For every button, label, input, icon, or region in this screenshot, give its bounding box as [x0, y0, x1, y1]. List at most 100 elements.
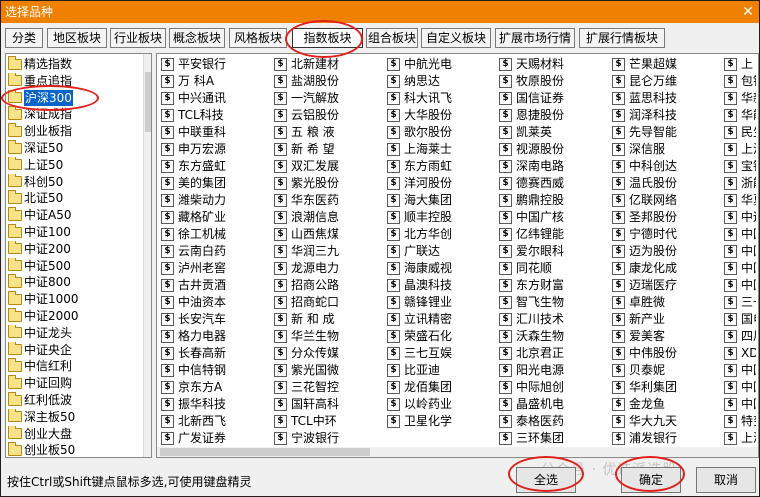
stock-cell[interactable]: $ 大华股份: [387, 107, 497, 123]
stock-cell[interactable]: $ 宁波银行: [274, 430, 384, 446]
stock-cell[interactable]: $ 中国: [724, 362, 756, 378]
stock-cell[interactable]: $ 圣邦股份: [612, 209, 722, 225]
stock-cell[interactable]: $ 凯莱英: [499, 124, 609, 140]
confirm-button[interactable]: 确定: [621, 467, 681, 493]
stock-cell[interactable]: $ 云铝股份: [274, 107, 384, 123]
stock-cell[interactable]: $ 中航光电: [387, 56, 497, 72]
tree-item[interactable]: 创业大盘: [8, 425, 72, 442]
tab-2[interactable]: 行业板块: [110, 28, 166, 48]
stock-cell[interactable]: $ 招商蛇口: [274, 294, 384, 310]
stock-cell[interactable]: $ 盐湖股份: [274, 73, 384, 89]
stock-cell[interactable]: $ TCL中环: [274, 413, 384, 429]
stock-cell[interactable]: $ 立讯精密: [387, 311, 497, 327]
stock-cell[interactable]: $ 国信证券: [499, 90, 609, 106]
stock-cell[interactable]: $ 中国: [724, 260, 756, 276]
tab-7[interactable]: 自定义板块: [421, 28, 491, 48]
stock-cell[interactable]: $ 中国广核: [499, 209, 609, 225]
stock-cell[interactable]: $ 卫星化学: [387, 413, 497, 429]
stock-cell[interactable]: $ 龙佰集团: [387, 379, 497, 395]
stock-cell[interactable]: $ 中油资本: [161, 294, 271, 310]
stock-cell[interactable]: $ 华夏: [724, 192, 756, 208]
tree-item[interactable]: 创业板50: [8, 442, 75, 457]
tree-item[interactable]: 红利低波: [8, 392, 72, 408]
stock-cell[interactable]: $ 中国: [724, 226, 756, 242]
stock-cell[interactable]: $ 宝钢: [724, 158, 756, 174]
stock-cell[interactable]: $ 爱尔眼科: [499, 243, 609, 259]
stock-cell[interactable]: $ 特变: [724, 413, 756, 429]
stock-cell[interactable]: $ 视源股份: [499, 141, 609, 157]
stock-cell[interactable]: $ 中国: [724, 243, 756, 259]
stock-cell[interactable]: $ 晶澳科技: [387, 277, 497, 293]
tree-item[interactable]: 中证龙头: [8, 324, 72, 341]
stock-cell[interactable]: $ 同花顺: [499, 260, 609, 276]
stock-cell[interactable]: $ 上海: [724, 430, 756, 446]
tab-8[interactable]: 扩展市场行情: [495, 28, 575, 48]
stock-cell[interactable]: $ 润泽科技: [612, 107, 722, 123]
stock-cell[interactable]: $ 鹏鼎控股: [499, 192, 609, 208]
stock-cell[interactable]: $ 中国: [724, 379, 756, 395]
stock-cell[interactable]: $ 三一: [724, 294, 756, 310]
tree-item[interactable]: 深主板50: [8, 408, 75, 425]
stock-cell[interactable]: $ 一汽解放: [274, 90, 384, 106]
stock-cell[interactable]: $ 浦发银行: [612, 430, 722, 446]
tab-9[interactable]: 扩展行情板块: [579, 28, 665, 48]
stock-cell[interactable]: $ 北方华创: [387, 226, 497, 242]
tree-item[interactable]: 深证50: [8, 140, 63, 156]
stock-cell[interactable]: $ 深信服: [612, 141, 722, 157]
stock-cell[interactable]: $ 新产业: [612, 311, 722, 327]
stock-cell[interactable]: $ 纳思达: [387, 73, 497, 89]
tab-5[interactable]: 指数板块: [292, 28, 363, 48]
stock-cell[interactable]: $ 温氏股份: [612, 175, 722, 191]
tree-item[interactable]: 中证央企: [8, 341, 72, 358]
stock-cell[interactable]: $ 天赐材料: [499, 56, 609, 72]
tree-item[interactable]: 中证100: [8, 224, 71, 240]
stock-cell[interactable]: $ 深南电路: [499, 158, 609, 174]
stock-cell[interactable]: $ 海大集团: [387, 192, 497, 208]
stock-cell[interactable]: $ 泰格医药: [499, 413, 609, 429]
tree-item[interactable]: 深证成指: [8, 106, 72, 122]
stock-cell[interactable]: $ 万 科A: [161, 73, 271, 89]
stock-cell[interactable]: $ 藏格矿业: [161, 209, 271, 225]
stock-cell[interactable]: $ 北新建材: [274, 56, 384, 72]
stock-cell[interactable]: $ 晶盛机电: [499, 396, 609, 412]
select-all-button[interactable]: 全选: [516, 467, 576, 493]
stock-cell[interactable]: $ 昆仑万维: [612, 73, 722, 89]
stock-cell[interactable]: $ 龙源电力: [274, 260, 384, 276]
grid-horizontal-scrollbar[interactable]: [157, 447, 758, 457]
stock-cell[interactable]: $ 上汽: [724, 141, 756, 157]
stock-cell[interactable]: $ 民生: [724, 124, 756, 140]
stock-cell[interactable]: $ 新 和 成: [274, 311, 384, 327]
stock-cell[interactable]: $ 中国: [724, 396, 756, 412]
stock-cell[interactable]: $ TCL科技: [161, 107, 271, 123]
stock-cell[interactable]: $ 古井贡酒: [161, 277, 271, 293]
tree-vertical-scrollbar[interactable]: [143, 54, 151, 457]
tree-item[interactable]: 重点追指: [8, 72, 72, 89]
stock-cell[interactable]: $ 汇川技术: [499, 311, 609, 327]
tree-scroll-thumb[interactable]: [145, 72, 151, 132]
stock-cell[interactable]: $ 新 希 望: [274, 141, 384, 157]
stock-cell[interactable]: $ 北京君正: [499, 345, 609, 361]
stock-cell[interactable]: $ 蓝思科技: [612, 90, 722, 106]
stock-cell[interactable]: $ 紫光国微: [274, 362, 384, 378]
stock-cell[interactable]: $ 广联达: [387, 243, 497, 259]
stock-cell[interactable]: $ 以岭药业: [387, 396, 497, 412]
tree-item[interactable]: 中证回购: [8, 375, 72, 391]
stock-cell[interactable]: $ 华兰生物: [274, 328, 384, 344]
stock-cell[interactable]: $ 招商公路: [274, 277, 384, 293]
stock-cell[interactable]: $ 中联重科: [161, 124, 271, 140]
stock-cell[interactable]: $ 芒果超媒: [612, 56, 722, 72]
stock-cell[interactable]: $ 康龙化成: [612, 260, 722, 276]
stock-cell[interactable]: $ 长安汽车: [161, 311, 271, 327]
stock-cell[interactable]: $ 长春高新: [161, 345, 271, 361]
stock-cell[interactable]: $ 先导智能: [612, 124, 722, 140]
stock-cell[interactable]: $ 包钢: [724, 73, 756, 89]
stock-cell[interactable]: $ 浪潮信息: [274, 209, 384, 225]
stock-cell[interactable]: $ 北新西飞: [161, 413, 271, 429]
stock-cell[interactable]: $ 亿联网络: [612, 192, 722, 208]
tree-item[interactable]: 北证50: [8, 190, 63, 206]
tree-item[interactable]: 中证800: [8, 274, 71, 290]
stock-cell[interactable]: $ 京东方A: [161, 379, 271, 395]
stock-cell[interactable]: $ 洋河股份: [387, 175, 497, 191]
stock-cell[interactable]: $ 赣锋锂业: [387, 294, 497, 310]
stock-cell[interactable]: $ 申万宏源: [161, 141, 271, 157]
